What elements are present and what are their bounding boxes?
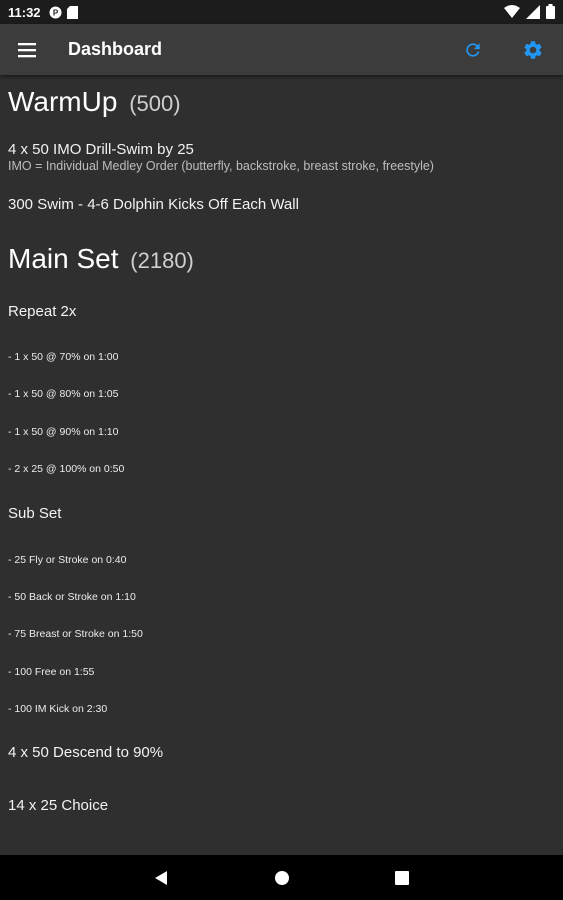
warmup-item-2: 300 Swim - 4-6 Dolphin Kicks Off Each Wa… bbox=[8, 196, 299, 213]
warmup-item-1-note: IMO = Individual Medley Order (butterfly… bbox=[8, 159, 434, 173]
signal-icon bbox=[526, 4, 540, 19]
refresh-icon bbox=[466, 43, 480, 57]
main-set-heading: Main Set (2180) bbox=[8, 243, 194, 275]
repeat-item-1: - 1 x 50 @ 70% on 1:00 bbox=[8, 351, 119, 363]
back-icon bbox=[155, 871, 167, 885]
warmup-count: (500) bbox=[129, 91, 181, 116]
main-set-item-choice: 14 x 25 Choice bbox=[8, 797, 109, 814]
main-set-title: Main Set bbox=[8, 243, 119, 274]
main-set-count: (2180) bbox=[130, 248, 194, 273]
wifi-icon bbox=[504, 4, 520, 18]
repeat-label: Repeat 2x bbox=[8, 303, 77, 320]
warmup-heading: WarmUp (500) bbox=[8, 86, 181, 118]
workout-content[interactable]: WarmUp (500) 4 x 50 IMO Drill-Swim by 25… bbox=[0, 75, 563, 855]
navigation-bar bbox=[0, 855, 563, 900]
status-time: 11:32 bbox=[8, 4, 41, 20]
app-bar: Dashboard bbox=[0, 24, 563, 75]
recents-icon bbox=[395, 871, 409, 885]
back-button[interactable] bbox=[149, 866, 173, 890]
sd-card-icon bbox=[66, 5, 78, 19]
status-bar: 11:32 P bbox=[0, 0, 563, 24]
menu-button[interactable] bbox=[14, 37, 40, 63]
warmup-item-1: 4 x 50 IMO Drill-Swim by 25 bbox=[8, 141, 194, 158]
subset-item-1: - 25 Fly or Stroke on 0:40 bbox=[8, 554, 127, 566]
subset-item-4: - 100 Free on 1:55 bbox=[8, 666, 95, 678]
menu-icon bbox=[18, 43, 36, 58]
subset-item-2: - 50 Back or Stroke on 1:10 bbox=[8, 591, 136, 603]
repeat-item-4: - 2 x 25 @ 100% on 0:50 bbox=[8, 463, 125, 475]
refresh-button[interactable] bbox=[459, 36, 487, 64]
subset-item-3: - 75 Breast or Stroke on 1:50 bbox=[8, 628, 143, 640]
app-notification-icon: P bbox=[49, 6, 62, 18]
home-button[interactable] bbox=[270, 866, 294, 890]
settings-icon bbox=[524, 41, 542, 59]
subset-label: Sub Set bbox=[8, 505, 62, 522]
battery-icon bbox=[546, 4, 555, 19]
subset-item-5: - 100 IM Kick on 2:30 bbox=[8, 703, 108, 715]
repeat-item-3: - 1 x 50 @ 90% on 1:10 bbox=[8, 426, 119, 438]
svg-text:P: P bbox=[52, 8, 58, 17]
settings-button[interactable] bbox=[519, 36, 547, 64]
recents-button[interactable] bbox=[390, 866, 414, 890]
warmup-title: WarmUp bbox=[8, 86, 118, 117]
repeat-item-2: - 1 x 50 @ 80% on 1:05 bbox=[8, 388, 119, 400]
main-set-item-descend: 4 x 50 Descend to 90% bbox=[8, 744, 164, 761]
home-icon bbox=[275, 871, 289, 885]
app-title: Dashboard bbox=[68, 39, 163, 59]
